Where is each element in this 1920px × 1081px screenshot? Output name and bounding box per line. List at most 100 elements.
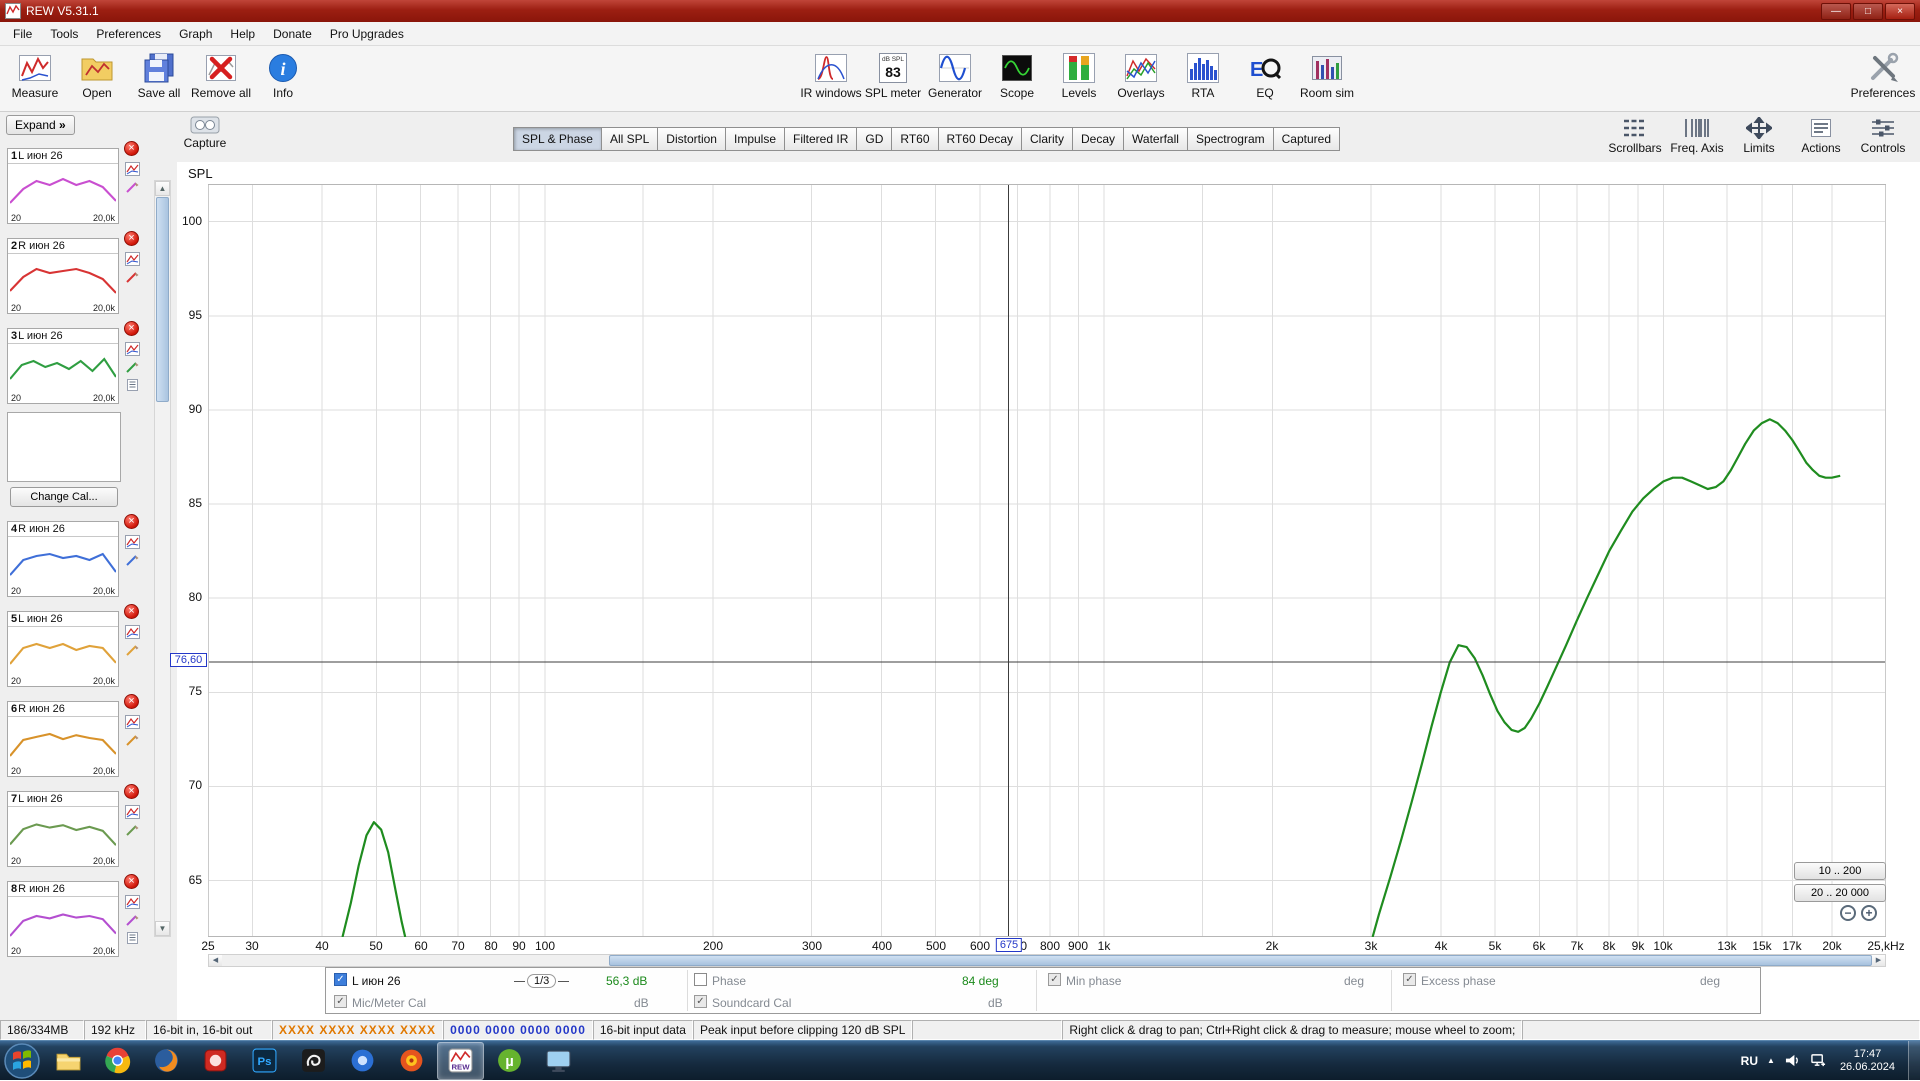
ir-windows-button[interactable]: IR windows [800,48,862,110]
overlays-button[interactable]: Overlays [1110,48,1172,110]
measurement-graph-icon[interactable] [125,805,140,819]
menu-graph[interactable]: Graph [170,23,221,45]
remove-measurement-button[interactable] [124,784,139,799]
sidebar-scrollbar-thumb[interactable] [156,197,169,402]
measurement-thumbnail-6[interactable]: 6R июн 262020,0k [7,701,119,777]
taskbar-utorrent-button[interactable]: µ [486,1042,533,1080]
soundcard-cal-checkbox[interactable] [694,995,707,1008]
remove-measurement-button[interactable] [124,874,139,889]
zoom-out-freq-button[interactable] [1840,905,1856,921]
generator-button[interactable]: Generator [924,48,986,110]
remove-measurement-button[interactable] [124,321,139,336]
eq-button[interactable]: EEQ [1234,48,1296,110]
measurement-notes-icon[interactable] [125,931,140,945]
menu-preferences[interactable]: Preferences [87,23,170,45]
actions-button[interactable]: Actions [1790,114,1852,155]
mic-cal-checkbox[interactable] [334,995,347,1008]
freq-range-20-20-000-button[interactable]: 20 .. 20 000 [1794,884,1886,902]
maximize-button[interactable]: □ [1853,3,1883,20]
taskbar-chrome-button[interactable] [94,1042,141,1080]
zoom-in-freq-button[interactable] [1861,905,1877,921]
smoothing-control[interactable]: 1/3 [514,974,569,988]
remove-measurement-button[interactable] [124,604,139,619]
measurement-trace-icon[interactable] [125,553,140,567]
measurement-graph-icon[interactable] [125,342,140,356]
tab-filtered-ir[interactable]: Filtered IR [784,127,857,151]
room-sim-button[interactable]: Room sim [1296,48,1358,110]
measurement-trace-icon[interactable] [125,360,140,374]
info-button[interactable]: iInfo [252,48,314,110]
measurement-graph-icon[interactable] [125,535,140,549]
measurement-thumbnail-4[interactable]: 4R июн 262020,0k [7,521,119,597]
spl-meter-button[interactable]: dB SPL83SPL meter [862,48,924,110]
preferences-button[interactable]: Preferences [1852,48,1914,110]
tab-captured[interactable]: Captured [1273,127,1340,151]
tab-impulse[interactable]: Impulse [725,127,785,151]
taskbar-orange-app-button[interactable] [388,1042,435,1080]
menu-donate[interactable]: Donate [264,23,321,45]
scrollbars-button[interactable]: Scrollbars [1604,114,1666,155]
minimize-button[interactable]: — [1821,3,1851,20]
sidebar-scrollbar[interactable] [154,180,171,937]
rta-button[interactable]: RTA [1172,48,1234,110]
remove-all-button[interactable]: Remove all [190,48,252,110]
measurement-graph-icon[interactable] [125,715,140,729]
levels-button[interactable]: Levels [1048,48,1110,110]
close-button[interactable]: × [1885,3,1915,20]
change-cal-button[interactable]: Change Cal... [10,487,118,507]
measurement-thumbnail-5[interactable]: 5L июн 262020,0k [7,611,119,687]
measurement-trace-icon[interactable] [125,180,140,194]
measurement-graph-icon[interactable] [125,895,140,909]
tab-distortion[interactable]: Distortion [657,127,726,151]
measurement-trace-icon[interactable] [125,823,140,837]
tab-gd[interactable]: GD [856,127,892,151]
tab-rt60[interactable]: RT60 [891,127,938,151]
chart-scrollbar-thumb[interactable] [609,955,1872,966]
menu-pro-upgrades[interactable]: Pro Upgrades [321,23,413,45]
tray-expand-icon[interactable] [1767,1056,1775,1065]
tab-all-spl[interactable]: All SPL [601,127,658,151]
measurement-graph-icon[interactable] [125,252,140,266]
tab-waterfall[interactable]: Waterfall [1123,127,1188,151]
scroll-right-arrow[interactable] [1872,955,1885,966]
limits-button[interactable]: Limits [1728,114,1790,155]
taskbar-firefox-button[interactable] [143,1042,190,1080]
measurement-graph-icon[interactable] [125,162,140,176]
volume-icon[interactable] [1784,1053,1801,1068]
measurement-trace-icon[interactable] [125,733,140,747]
trace-visible-checkbox[interactable] [334,973,347,986]
scope-button[interactable]: Scope [986,48,1048,110]
measurement-thumbnail-8[interactable]: 8R июн 262020,0k [7,881,119,957]
remove-measurement-button[interactable] [124,694,139,709]
network-icon[interactable] [1810,1053,1827,1068]
menu-file[interactable]: File [4,23,41,45]
measurement-thumbnail-2[interactable]: 2R июн 262020,0k [7,238,119,314]
measurement-thumbnail-3[interactable]: 3L июн 262020,0k [7,328,119,404]
measurement-thumbnail-1[interactable]: 1L июн 262020,0k [7,148,119,224]
measurement-trace-icon[interactable] [125,913,140,927]
taskbar-display-button[interactable] [535,1042,582,1080]
tab-spl-phase[interactable]: SPL & Phase [513,127,602,151]
phase-checkbox[interactable] [694,973,707,986]
scroll-left-arrow[interactable] [209,955,222,966]
show-desktop-button[interactable] [1908,1041,1920,1081]
open-button[interactable]: Open [66,48,128,110]
language-indicator[interactable]: RU [1741,1054,1758,1068]
freq-axis-button[interactable]: Freq. Axis [1666,114,1728,155]
save-all-button[interactable]: Save all [128,48,190,110]
measurement-notes-icon[interactable] [125,378,140,392]
spl-chart-plot[interactable] [208,184,1886,937]
tab-rt60-decay[interactable]: RT60 Decay [938,127,1022,151]
start-button[interactable] [3,1042,41,1080]
measurement-thumbnail-7[interactable]: 7L июн 262020,0k [7,791,119,867]
tab-decay[interactable]: Decay [1072,127,1124,151]
clock[interactable]: 17:47 26.06.2024 [1840,1048,1895,1074]
measurement-trace-icon[interactable] [125,270,140,284]
controls-button[interactable]: Controls [1852,114,1914,155]
expand-sidebar-button[interactable]: Expand » [6,115,75,135]
remove-measurement-button[interactable] [124,514,139,529]
measurement-trace-icon[interactable] [125,643,140,657]
taskbar-rew-button[interactable]: REW [437,1042,484,1080]
tab-spectrogram[interactable]: Spectrogram [1187,127,1274,151]
menu-tools[interactable]: Tools [41,23,87,45]
